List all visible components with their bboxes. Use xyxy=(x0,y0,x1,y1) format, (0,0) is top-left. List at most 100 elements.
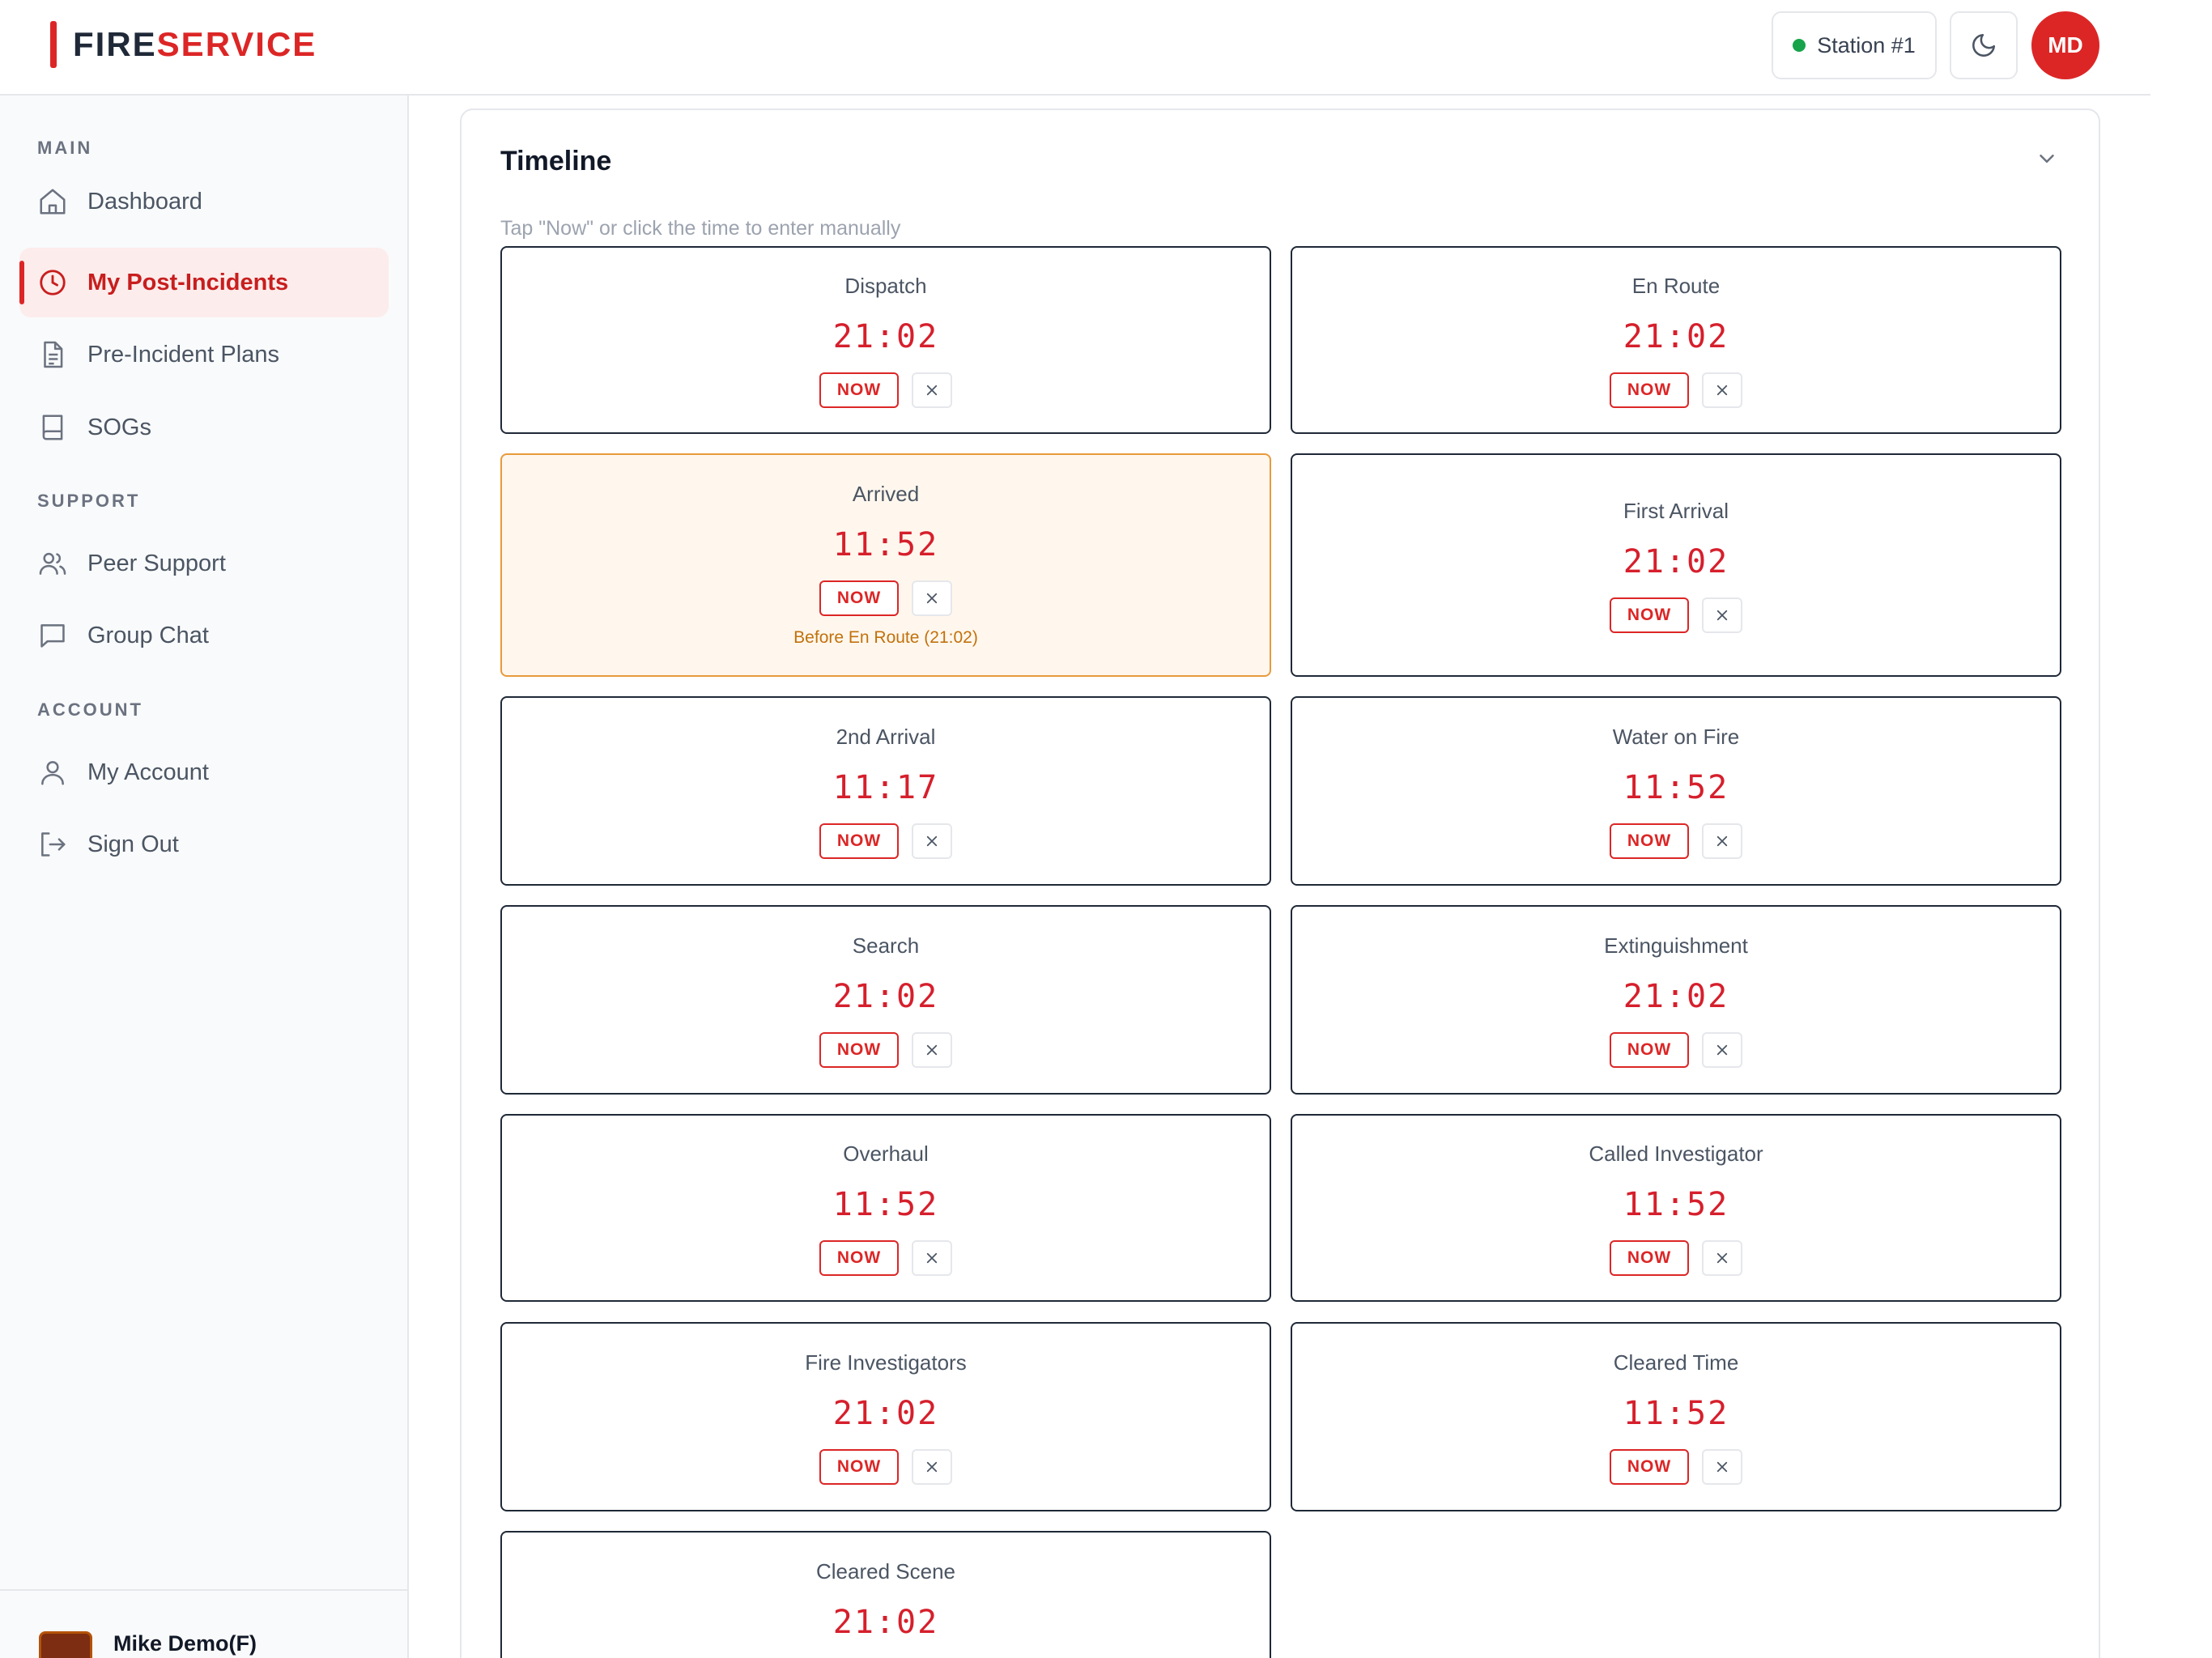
sidebar-item-label: Peer Support xyxy=(87,550,226,576)
timeline-time-value[interactable]: 21:02 xyxy=(1623,541,1729,583)
timeline-tile-actions: NOW xyxy=(1610,823,1742,859)
now-button[interactable]: NOW xyxy=(1610,372,1689,408)
sidebar-item-sign-out[interactable]: Sign Out xyxy=(19,810,389,879)
sidebar-item-label: Group Chat xyxy=(87,622,209,648)
station-selector-button[interactable]: Station #1 xyxy=(1772,11,1937,79)
user-avatar-button[interactable]: MD xyxy=(2031,11,2099,79)
sidebar-item-dashboard[interactable]: Dashboard xyxy=(19,167,389,236)
timeline-time-value[interactable]: 21:02 xyxy=(833,1392,938,1435)
timeline-title: Timeline xyxy=(500,146,612,176)
now-button[interactable]: NOW xyxy=(819,823,899,859)
timeline-tile-actions: NOW xyxy=(819,823,952,859)
timeline-tile: Extinguishment 21:02 NOW xyxy=(1291,905,2061,1095)
app-logo[interactable]: FIRESERVICE xyxy=(50,21,317,68)
timeline-tile-content: Cleared Scene21:02NOW xyxy=(502,1558,1270,1658)
timeline-tile-actions: NOW xyxy=(819,1449,952,1485)
close-icon xyxy=(1715,1043,1729,1057)
timeline-tile-label: First Arrival xyxy=(1623,499,1729,523)
timeline-time-value[interactable]: 11:52 xyxy=(833,524,938,566)
top-header: FIRESERVICE Station #1 MD xyxy=(0,0,2150,96)
sidebar-item-sogs[interactable]: SOGs xyxy=(19,393,389,462)
timeline-tile-actions: NOW xyxy=(819,1240,952,1276)
logo-text-fire: FIRE xyxy=(73,25,157,63)
sidebar-item-my-post-incidents[interactable]: My Post-Incidents xyxy=(19,248,389,317)
timeline-tile-content: En Route 21:02 NOW xyxy=(1292,272,2060,408)
close-icon xyxy=(925,591,939,606)
clear-button[interactable] xyxy=(912,1032,952,1068)
clear-button[interactable] xyxy=(1702,1449,1742,1485)
clear-button[interactable] xyxy=(1702,1032,1742,1068)
clear-button[interactable] xyxy=(912,372,952,408)
now-button[interactable]: NOW xyxy=(819,1032,899,1068)
section-label-support: SUPPORT xyxy=(37,491,141,511)
clear-button[interactable] xyxy=(912,1449,952,1485)
now-button[interactable]: NOW xyxy=(1610,1240,1689,1276)
now-button[interactable]: NOW xyxy=(819,1240,899,1276)
now-button[interactable]: NOW xyxy=(1610,597,1689,633)
timeline-tile-content: Arrived 11:52 NOW Before En Route (21:02) xyxy=(502,480,1270,650)
now-button[interactable]: NOW xyxy=(819,372,899,408)
clear-button[interactable] xyxy=(912,823,952,859)
user-icon xyxy=(37,757,68,788)
timeline-tile-label: Dispatch xyxy=(844,274,927,298)
timeline-time-value[interactable]: 11:52 xyxy=(1623,1184,1729,1226)
timeline-time-value[interactable]: 21:02 xyxy=(833,316,938,358)
timeline-tile-actions: NOW xyxy=(1610,597,1742,633)
timeline-tile-content: Water on Fire 11:52 NOW xyxy=(1292,723,2060,859)
close-icon xyxy=(925,1251,939,1265)
sidebar-item-pre-incident-plans[interactable]: Pre-Incident Plans xyxy=(19,320,389,389)
station-label: Station #1 xyxy=(1817,32,1916,57)
timeline-tile: Water on Fire 11:52 NOW xyxy=(1291,696,2061,886)
timeline-tile-content: Search 21:02 NOW xyxy=(502,932,1270,1068)
timeline-tile-content: Called Investigator 11:52 NOW xyxy=(1292,1140,2060,1276)
logo-text-service: SERVICE xyxy=(156,25,317,63)
clear-button[interactable] xyxy=(912,1240,952,1276)
timeline-time-value[interactable]: 11:52 xyxy=(833,1184,938,1226)
timeline-time-value[interactable]: 21:02 xyxy=(1623,976,1729,1018)
timeline-tile-label: Fire Investigators xyxy=(805,1350,967,1375)
timeline-time-value[interactable]: 11:52 xyxy=(1623,1392,1729,1435)
timeline-card: Timeline Tap "Now" or click the time to … xyxy=(460,108,2100,1658)
timeline-tile-content: Extinguishment 21:02 NOW xyxy=(1292,932,2060,1068)
timeline-time-value[interactable]: 11:17 xyxy=(833,767,938,809)
timeline-tile-actions: NOW xyxy=(1610,1449,1742,1485)
close-icon xyxy=(925,1460,939,1474)
clear-button[interactable] xyxy=(1702,1240,1742,1276)
sidebar-user-footer[interactable]: Mike Demo(F) xyxy=(0,1589,407,1658)
timeline-time-value[interactable]: 21:02 xyxy=(833,976,938,1018)
timeline-tile: En Route 21:02 NOW xyxy=(1291,246,2061,434)
timeline-tile-actions: NOW xyxy=(1610,372,1742,408)
timeline-hint: Tap "Now" or click the time to enter man… xyxy=(500,217,901,240)
timeline-tile-label: Overhaul xyxy=(843,1141,929,1166)
clear-button[interactable] xyxy=(1702,823,1742,859)
timeline-time-value[interactable]: 21:02 xyxy=(833,1601,938,1643)
now-button[interactable]: NOW xyxy=(1610,1032,1689,1068)
close-icon xyxy=(1715,383,1729,397)
timeline-time-value[interactable]: 11:52 xyxy=(1623,767,1729,809)
clear-button[interactable] xyxy=(912,580,952,616)
theme-toggle-button[interactable] xyxy=(1950,11,2018,79)
close-icon xyxy=(925,834,939,848)
timeline-warning-text: Before En Route (21:02) xyxy=(793,628,978,647)
sidebar-item-label: SOGs xyxy=(87,414,151,440)
timeline-tile-content: Fire Investigators 21:02 NOW xyxy=(502,1349,1270,1485)
sidebar: MAIN Dashboard My Post-Incidents Pre-Inc… xyxy=(0,96,409,1658)
sidebar-item-peer-support[interactable]: Peer Support xyxy=(19,529,389,598)
timeline-time-value[interactable]: 21:02 xyxy=(1623,316,1729,358)
now-button[interactable]: NOW xyxy=(1610,1449,1689,1485)
timeline-tile-actions: NOW xyxy=(1610,1032,1742,1068)
now-button[interactable]: NOW xyxy=(819,580,899,616)
now-button[interactable]: NOW xyxy=(819,1449,899,1485)
timeline-tile-actions: NOW xyxy=(819,1032,952,1068)
timeline-tile: Cleared Time 11:52 NOW xyxy=(1291,1322,2061,1511)
collapse-button[interactable] xyxy=(2031,142,2063,175)
sidebar-item-group-chat[interactable]: Group Chat xyxy=(19,601,389,670)
timeline-tile-actions: NOW xyxy=(819,580,952,616)
clear-button[interactable] xyxy=(1702,372,1742,408)
now-button[interactable]: NOW xyxy=(1610,823,1689,859)
book-icon xyxy=(37,412,68,443)
timeline-tile-label: Cleared Scene xyxy=(816,1559,955,1584)
clear-button[interactable] xyxy=(1702,597,1742,633)
sidebar-item-my-account[interactable]: My Account xyxy=(19,738,389,807)
station-status-dot xyxy=(1793,39,1806,52)
